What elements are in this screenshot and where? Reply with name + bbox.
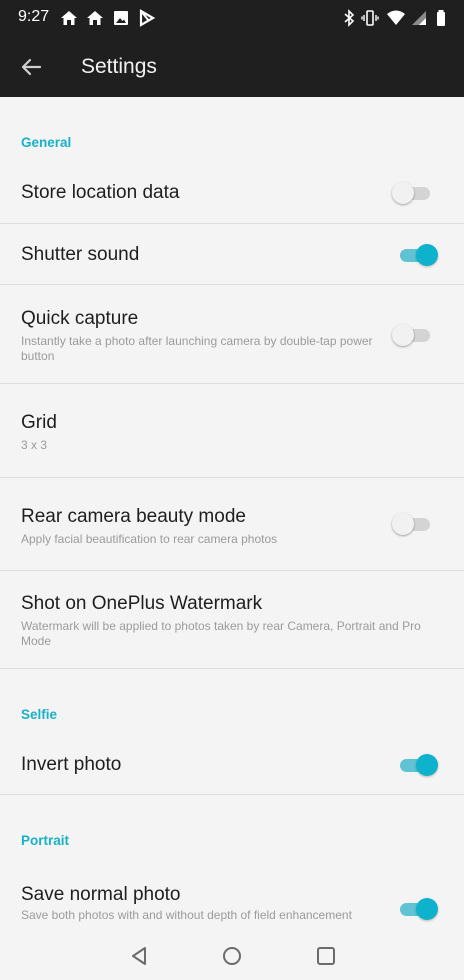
play-store-icon [139,9,156,27]
shutter-sound-toggle[interactable] [392,243,440,267]
page-title: Settings [81,55,157,78]
wifi-icon [387,10,405,25]
status-bar: 9:27 [0,0,464,36]
toggle-thumb [392,182,414,204]
setting-label: Quick capture [21,308,139,329]
back-triangle-icon [132,947,146,965]
setting-label: Rear camera beauty mode [21,506,246,527]
setting-save-normal-photo[interactable]: Save normal photo Save both photos with … [0,867,464,932]
toggle-thumb [416,754,438,776]
setting-quick-capture[interactable]: Quick capture Instantly take a photo aft… [0,285,464,383]
store-location-toggle[interactable] [392,181,440,205]
nav-recents-button[interactable] [314,944,338,968]
setting-description: Apply facial beautification to rear came… [21,532,278,546]
nav-home-button[interactable] [220,944,244,968]
vibrate-icon [361,10,379,26]
signal-icon [412,11,426,25]
toggle-thumb [416,244,438,266]
setting-description: Instantly take a photo after launching c… [21,334,373,363]
battery-icon [437,10,445,26]
recents-square-icon [317,947,335,965]
setting-grid[interactable]: Grid 3 x 3 [0,384,464,477]
section-header-portrait: Portrait [21,833,70,848]
back-button[interactable] [14,50,48,84]
section-header-general: General [21,135,72,150]
bluetooth-icon [344,9,355,27]
status-time: 9:27 [18,8,50,25]
invert-photo-toggle[interactable] [392,753,440,777]
setting-store-location[interactable]: Store location data [0,159,464,223]
setting-label: Save normal photo [21,884,181,905]
quick-capture-toggle[interactable] [392,323,440,347]
toggle-thumb [416,898,438,920]
setting-rear-beauty[interactable]: Rear camera beauty mode Apply facial bea… [0,478,464,570]
toggle-thumb [392,324,414,346]
settings-list[interactable]: General Store location data Shutter soun… [0,97,464,932]
setting-label: Shot on OnePlus Watermark [21,593,263,614]
setting-invert-photo[interactable]: Invert photo [0,733,464,794]
app-bar: Settings [0,36,464,97]
rear-beauty-toggle[interactable] [392,512,440,536]
nav-back-button[interactable] [127,944,151,968]
image-icon [114,11,128,25]
setting-description: Save both photos with and without depth … [21,908,352,922]
home-circle-icon [223,947,241,965]
setting-label: Store location data [21,182,180,203]
arrow-back-icon [21,58,42,76]
home-icon [87,11,103,25]
navigation-bar [0,932,464,980]
setting-description: 3 x 3 [21,438,48,452]
divider [0,668,464,669]
home-icon [61,11,77,25]
setting-label: Shutter sound [21,244,140,265]
save-normal-photo-toggle[interactable] [392,897,440,921]
setting-description: Watermark will be applied to photos take… [21,619,421,648]
section-header-selfie: Selfie [21,707,58,722]
setting-label: Invert photo [21,754,122,775]
setting-label: Grid [21,412,57,433]
setting-watermark[interactable]: Shot on OnePlus Watermark Watermark will… [0,571,464,668]
toggle-thumb [392,513,414,535]
setting-shutter-sound[interactable]: Shutter sound [0,224,464,284]
divider [0,794,464,795]
